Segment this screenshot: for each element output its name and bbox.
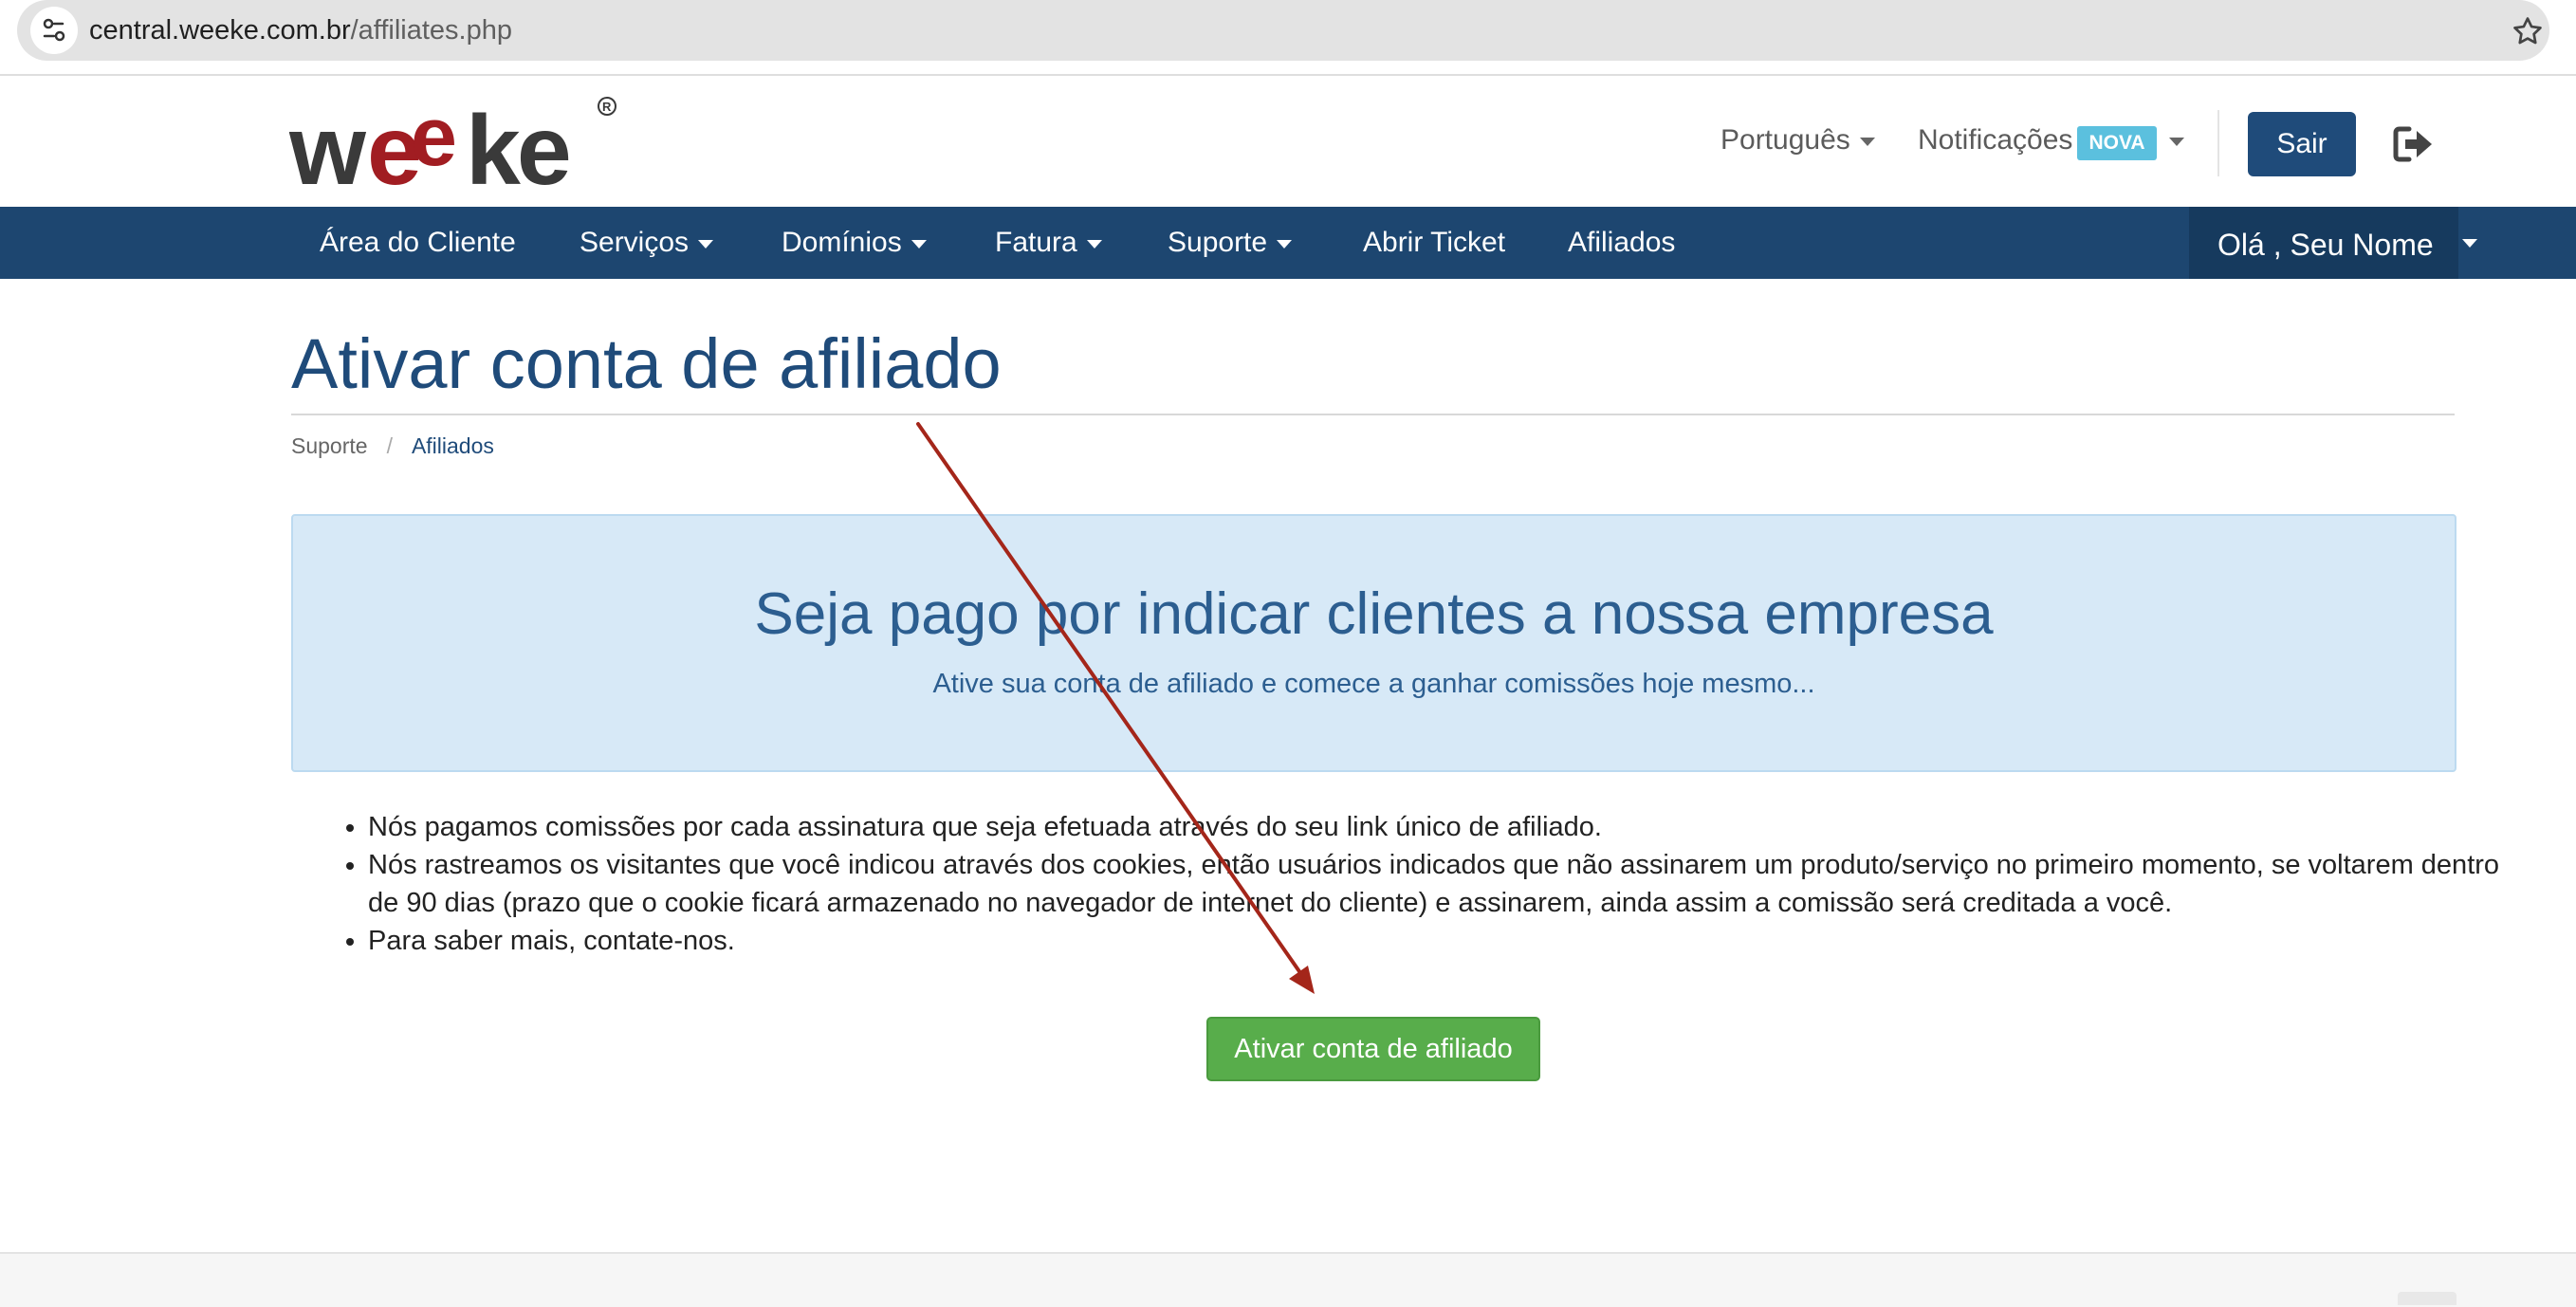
nav-item-fatura[interactable]: Fatura <box>995 224 1102 262</box>
list-item: Nós pagamos comissões por cada assinatur… <box>368 808 2502 846</box>
notifications-dropdown[interactable]: Notificações <box>1918 121 2072 159</box>
nav-item-abrir-ticket[interactable]: Abrir Ticket <box>1363 224 1505 262</box>
notifications-badge: NOVA <box>2077 126 2157 160</box>
chevron-down-icon <box>698 239 714 249</box>
nav-label: Domínios <box>782 227 902 258</box>
browser-address-bar: central.weeke.com.br/affiliates.php <box>0 0 2576 76</box>
list-item: Nós rastreamos os visitantes que você in… <box>368 846 2502 922</box>
activate-affiliate-button[interactable]: Ativar conta de afiliado <box>1206 1017 1540 1081</box>
breadcrumb: Suporte / Afiliados <box>291 431 494 461</box>
main-navbar: Área do Cliente Serviços Domínios Fatura… <box>0 207 2576 279</box>
language-label: Português <box>1720 124 1850 156</box>
nav-label: Serviços <box>580 227 690 258</box>
notifications-label: Notificações <box>1918 124 2073 156</box>
user-greeting: Olá , Seu Nome <box>2217 228 2434 262</box>
svg-text:w: w <box>289 96 367 195</box>
breadcrumb-separator: / <box>386 433 393 458</box>
url-host: central.weeke.com.br <box>89 15 351 46</box>
nav-item-afiliados[interactable]: Afiliados <box>1568 224 1675 262</box>
arrow-head-icon <box>1289 966 1315 994</box>
affiliate-benefits-list: Nós pagamos comissões por cada assinatur… <box>328 808 2502 960</box>
chevron-down-icon <box>1859 137 1875 146</box>
user-menu-toggle[interactable] <box>2458 207 2487 279</box>
promo-subtitle: Ative sua conta de afiliado e comece a g… <box>932 669 1815 699</box>
footer <box>0 1252 2576 1307</box>
nav-item-suporte[interactable]: Suporte <box>1168 224 1293 262</box>
title-divider <box>291 414 2455 415</box>
header-divider <box>2217 110 2219 176</box>
omnibox[interactable]: central.weeke.com.br/affiliates.php <box>17 0 2549 61</box>
url-path: /affiliates.php <box>350 15 512 46</box>
breadcrumb-item-afiliados[interactable]: Afiliados <box>412 433 494 458</box>
nav-label: Afiliados <box>1568 227 1676 258</box>
url-text[interactable]: central.weeke.com.br/affiliates.php <box>89 13 512 47</box>
logout-icon[interactable] <box>2392 125 2434 163</box>
back-to-top-button[interactable] <box>2398 1292 2456 1305</box>
affiliate-promo-banner: Seja pago por indicar clientes a nossa e… <box>291 514 2456 772</box>
chevron-down-icon <box>2462 239 2477 248</box>
site-info-button[interactable] <box>30 7 78 54</box>
chevron-down-icon <box>2169 137 2184 146</box>
chevron-down-icon <box>1277 239 1293 249</box>
nav-label: Área do Cliente <box>320 227 516 258</box>
weeke-logo[interactable]: w e e ke R <box>288 89 621 206</box>
tune-icon <box>43 18 65 42</box>
notifications-caret[interactable] <box>2160 121 2184 159</box>
logout-button[interactable]: Sair <box>2248 112 2356 176</box>
breadcrumb-item-suporte[interactable]: Suporte <box>291 433 368 458</box>
nav-label: Abrir Ticket <box>1363 227 1506 258</box>
nav-item-dominios[interactable]: Domínios <box>782 224 927 262</box>
chevron-down-icon <box>1086 239 1102 249</box>
svg-text:e: e <box>411 91 457 183</box>
chevron-down-icon <box>911 239 927 249</box>
nav-item-area-do-cliente[interactable]: Área do Cliente <box>320 224 516 262</box>
nav-item-servicos[interactable]: Serviços <box>580 224 714 262</box>
svg-text:R: R <box>602 100 612 114</box>
list-item: Para saber mais, contate-nos. <box>368 922 2502 960</box>
language-dropdown[interactable]: Português <box>1720 121 1875 159</box>
svg-text:ke: ke <box>466 96 569 195</box>
star-icon <box>2513 17 2542 45</box>
page-title: Ativar conta de afiliado <box>291 324 1002 403</box>
user-menu[interactable]: Olá , Seu Nome <box>2189 207 2458 279</box>
promo-title: Seja pago por indicar clientes a nossa e… <box>754 581 1994 647</box>
bookmark-star-button[interactable] <box>2510 13 2546 49</box>
nav-label: Fatura <box>995 227 1077 258</box>
nav-label: Suporte <box>1168 227 1268 258</box>
